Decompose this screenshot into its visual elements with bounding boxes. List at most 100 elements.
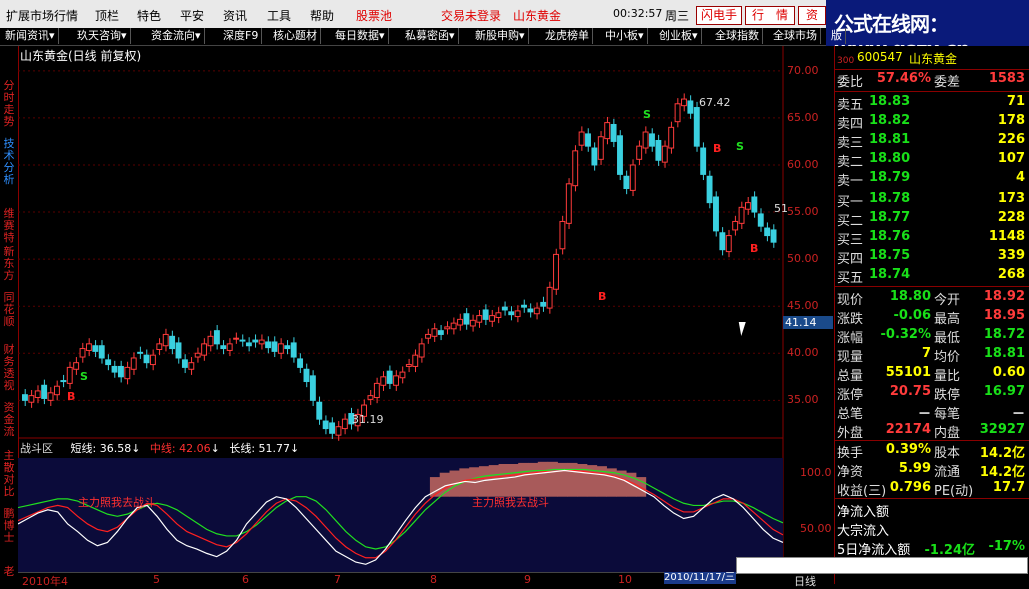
quote-button[interactable]: 行 情	[745, 6, 795, 25]
candle	[732, 220, 739, 231]
tab-3[interactable]: 深度F9	[220, 28, 263, 44]
candle	[47, 392, 54, 401]
candle	[98, 345, 105, 359]
candle	[655, 139, 662, 161]
candle	[674, 103, 681, 123]
leftnav-item-2[interactable]: 维赛特	[2, 208, 16, 244]
leftnav-item-5[interactable]: 财务透视	[2, 344, 16, 392]
candle	[636, 145, 643, 160]
candle	[450, 322, 457, 330]
menu-news[interactable]: 资讯	[223, 7, 247, 24]
stat-row: 现价 18.80 今开 18.92	[837, 289, 1025, 308]
bid-row[interactable]: 买三 18.76 1148	[837, 229, 1027, 248]
mountain-bar	[528, 462, 539, 497]
candle	[610, 123, 617, 142]
date-tick-oct: 10	[618, 573, 632, 586]
period-label[interactable]: 日线	[794, 573, 816, 589]
watermark-logo: 公式在线网：www.gszx.cn	[826, 0, 1029, 61]
candle	[373, 382, 380, 399]
candle	[41, 384, 48, 399]
candle	[591, 147, 598, 166]
tab-13[interactable]: 版	[828, 28, 846, 44]
ask-row[interactable]: 卖三 18.81 226	[837, 132, 1027, 151]
stat-row: 涨跌 -0.06 最高 18.95	[837, 308, 1025, 327]
weibi-row: 委比 57.46% 委差 1583	[837, 71, 1025, 90]
leftnav-item-1[interactable]: 技术分析	[2, 138, 16, 186]
leftnav-item-6[interactable]: 资金流	[2, 402, 16, 438]
ask-row[interactable]: 卖一 18.79 4	[837, 170, 1027, 189]
signal-s: S	[80, 370, 88, 383]
bid-row[interactable]: 买一 18.78 173	[837, 191, 1027, 210]
signal-b: B	[750, 242, 758, 255]
leftnav-item-8[interactable]: 鹏博士	[2, 508, 16, 544]
input-box[interactable]	[736, 557, 1028, 574]
candle	[463, 313, 470, 325]
tab-7[interactable]: 新股申购▾	[472, 28, 529, 44]
bid-row[interactable]: 买五 18.74 268	[837, 267, 1027, 286]
candle	[725, 235, 732, 253]
ask-row[interactable]: 卖二 18.80 107	[837, 151, 1027, 170]
price-tick-7: 35.00	[787, 393, 819, 407]
candle	[194, 352, 201, 358]
candle	[489, 315, 495, 322]
menu-help[interactable]: 帮助	[310, 7, 334, 24]
candle	[457, 318, 463, 326]
candle	[265, 341, 272, 349]
candle	[226, 343, 233, 351]
menu-tools[interactable]: 工具	[267, 7, 291, 24]
menu-stock-pool[interactable]: 股票池	[356, 7, 392, 24]
tab-8[interactable]: 龙虎榜单	[542, 28, 593, 44]
menu-pingan[interactable]: 平安	[180, 7, 204, 24]
tab-9[interactable]: 中小板▾	[602, 28, 648, 44]
info-button[interactable]: 资	[798, 6, 826, 25]
candle	[444, 326, 451, 330]
candle	[559, 220, 566, 250]
candle	[425, 333, 431, 339]
trade-status[interactable]: 交易未登录	[441, 7, 501, 24]
date-tick-sep: 9	[524, 573, 531, 586]
leftnav-item-0[interactable]: 分时走势	[2, 80, 16, 128]
tab-11[interactable]: 全球指数	[712, 28, 763, 44]
tab-1[interactable]: 玖天咨询▾	[74, 28, 131, 44]
candle	[28, 395, 35, 403]
tab-2[interactable]: 资金流向▾	[148, 28, 205, 44]
indicator-title: 战斗区	[20, 442, 53, 455]
indicator-legend: 战斗区 短线: 36.58↓ 中线: 42.06↓ 长线: 51.77↓	[20, 442, 300, 455]
signal-b: B	[713, 142, 721, 155]
tab-10[interactable]: 创业板▾	[656, 28, 702, 44]
candle	[482, 309, 489, 320]
tab-0[interactable]: 新闻资讯▾	[2, 28, 59, 44]
candle	[521, 304, 527, 308]
candle	[271, 341, 278, 352]
ask-row[interactable]: 卖五 18.83 71	[837, 94, 1027, 113]
ask-row[interactable]: 卖四 18.82 178	[837, 113, 1027, 132]
candle	[34, 390, 41, 399]
candle	[751, 196, 758, 213]
leftnav-item-7[interactable]: 主散对比	[2, 450, 16, 498]
candle	[367, 395, 374, 400]
cursor-date: 2010/11/17/三	[664, 572, 736, 584]
price-tick-1: 65.00	[787, 110, 819, 124]
tab-5[interactable]: 每日数据▾	[332, 28, 389, 44]
bid-row[interactable]: 买四 18.75 339	[837, 248, 1027, 267]
flash-trade-button[interactable]: 闪电手	[696, 6, 742, 25]
tab-4[interactable]: 核心题材	[270, 28, 321, 44]
candle	[681, 98, 687, 107]
candles	[22, 93, 777, 441]
candle	[393, 375, 399, 386]
bid-row[interactable]: 买二 18.77 228	[837, 210, 1027, 229]
leftnav-item-9[interactable]: 老	[2, 566, 16, 578]
signal-s: S	[643, 108, 651, 121]
menu-extended-market[interactable]: 扩展市场行情	[6, 7, 78, 24]
leftnav-item-4[interactable]: 同花顺	[2, 292, 16, 328]
menu-topbar[interactable]: 顶栏	[95, 7, 119, 24]
menu-features[interactable]: 特色	[137, 7, 161, 24]
tab-12[interactable]: 全球市场	[770, 28, 821, 44]
candle	[399, 371, 406, 379]
candle	[79, 348, 86, 358]
candle	[738, 206, 745, 224]
date-tick-aug: 8	[430, 573, 437, 586]
weicha-value: 1583	[988, 71, 1025, 86]
tab-6[interactable]: 私募密函▾	[402, 28, 459, 44]
leftnav-item-3[interactable]: 新东方	[2, 246, 16, 282]
